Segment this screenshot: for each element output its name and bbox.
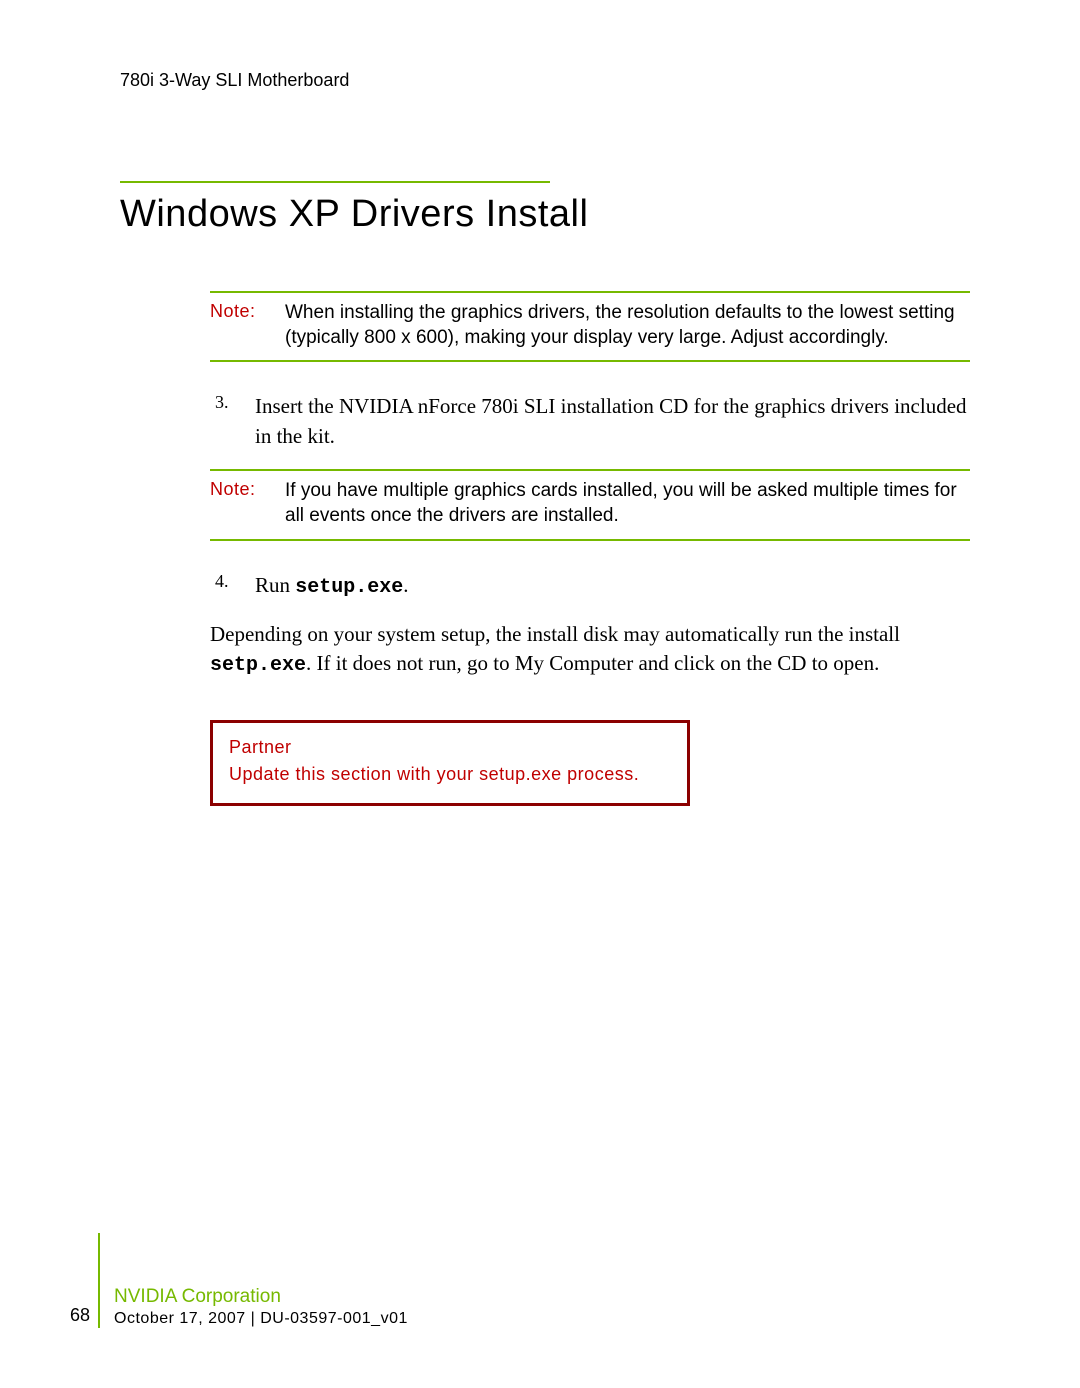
partner-callout: Partner Update this section with your se… <box>210 720 690 806</box>
step-number: 4. <box>215 571 255 592</box>
document-header: 780i 3-Way SLI Motherboard <box>120 70 990 91</box>
partner-text: Update this section with your setup.exe … <box>229 764 671 785</box>
note-text: When installing the graphics drivers, th… <box>285 301 970 350</box>
para-command: setp.exe <box>210 654 306 677</box>
step4-command: setup.exe <box>295 576 403 599</box>
step-number: 3. <box>215 392 255 413</box>
note-text: If you have multiple graphics cards inst… <box>285 479 970 528</box>
note-label: Note: <box>210 301 285 322</box>
step-4: 4. Run setup.exe. <box>215 571 970 602</box>
title-divider <box>120 181 550 183</box>
footer: 68 NVIDIA Corporation October 17, 2007 |… <box>70 1233 408 1328</box>
step4-pre: Run <box>255 573 295 597</box>
paragraph: Depending on your system setup, the inst… <box>210 620 970 680</box>
footer-date: October 17, 2007 | DU-03597-001_v01 <box>114 1310 408 1328</box>
note-block-1: Note: When installing the graphics drive… <box>210 291 970 362</box>
step-text: Run setup.exe. <box>255 571 409 602</box>
para-part1: Depending on your system setup, the inst… <box>210 622 900 646</box>
note-block-2: Note: If you have multiple graphics card… <box>210 469 970 540</box>
step-3: 3. Insert the NVIDIA nForce 780i SLI ins… <box>215 392 970 451</box>
page-title: Windows XP Drivers Install <box>120 193 990 236</box>
footer-company: NVIDIA Corporation <box>114 1286 408 1308</box>
step-text: Insert the NVIDIA nForce 780i SLI instal… <box>255 392 970 451</box>
para-part2: . If it does not run, go to My Computer … <box>306 651 879 675</box>
partner-title: Partner <box>229 737 671 758</box>
step4-post: . <box>403 573 408 597</box>
page-number: 68 <box>70 1305 90 1328</box>
note-label: Note: <box>210 479 285 500</box>
